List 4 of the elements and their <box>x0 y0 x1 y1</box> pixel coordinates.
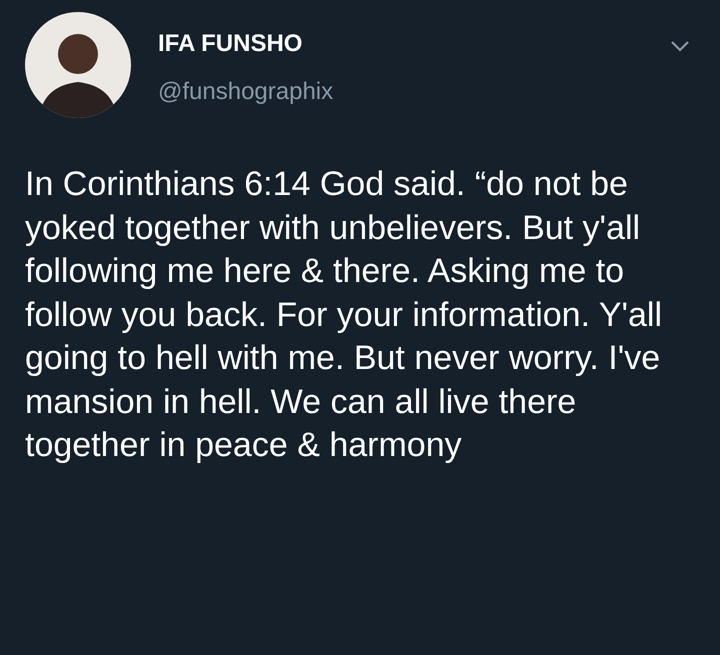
author-name: IFA FUNSHO <box>158 29 304 59</box>
tweet-text: In Corinthians 6:14 God said. “do not be yoked together with unbelievers. But y'all following me here & there. Asking me to follow you back. For your information. Y'all going to hell with me. But never worry. I've mansion in hell. We can all live there together in peace & harmony <box>25 164 664 466</box>
chevron-down-icon[interactable] <box>670 40 690 52</box>
author-handle: @funshographix <box>158 77 334 107</box>
